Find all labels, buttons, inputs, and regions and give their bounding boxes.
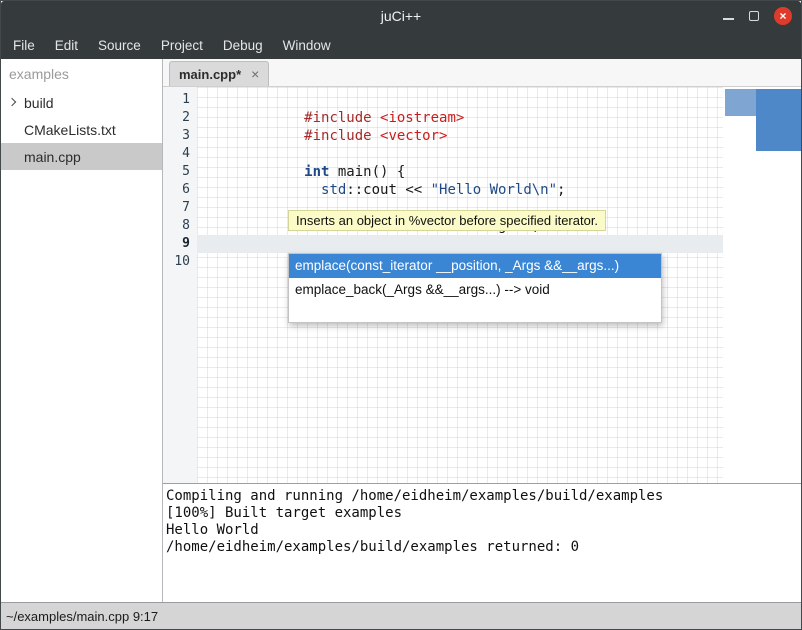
completion-popup: emplace(const_iterator __position, _Args…	[288, 253, 662, 323]
file-tree-sidebar: examples build CMakeLists.txt main.cpp	[1, 59, 163, 602]
menu-item-source[interactable]: Source	[88, 31, 151, 59]
minimap	[723, 87, 801, 483]
menu-item-project[interactable]: Project	[151, 31, 213, 59]
code-token: <vector>	[380, 128, 447, 144]
maximize-icon[interactable]	[749, 11, 759, 21]
menu-item-file[interactable]: File	[3, 31, 45, 59]
code-token: <iostream>	[380, 110, 464, 126]
menubar: File Edit Source Project Debug Window	[1, 31, 801, 59]
code-token: "Hello World\n"	[431, 182, 557, 198]
line-number: 4	[163, 145, 197, 163]
code-token: #include	[304, 110, 380, 126]
sidebar-item-cmakelists[interactable]: CMakeLists.txt	[1, 116, 162, 143]
source-editor: 1 2 3 4 5 6 7 8 9 10 #include <iostream>	[163, 87, 801, 483]
code-token	[304, 182, 321, 198]
statusbar-path: ~/examples/main.cpp 9:17	[6, 609, 158, 624]
code-token: ::cout <<	[346, 182, 430, 198]
editor-pane: main.cpp* × 1 2 3 4 5 6 7 8 9 10	[163, 59, 801, 602]
chevron-right-icon[interactable]	[8, 98, 16, 106]
minimap-content-highlight	[725, 89, 756, 116]
main-body: examples build CMakeLists.txt main.cpp m…	[1, 59, 801, 602]
titlebar: juCi++ ×	[1, 1, 801, 31]
editor-gutter: 1 2 3 4 5 6 7 8 9 10	[163, 87, 197, 483]
doc-tooltip: Inserts an object in %vector before spec…	[288, 210, 606, 231]
statusbar: ~/examples/main.cpp 9:17	[1, 602, 801, 629]
line-number: 8	[163, 217, 197, 235]
line-number: 3	[163, 127, 197, 145]
scrollbar-thumb[interactable]	[756, 89, 801, 151]
console-line: /home/eidheim/examples/build/examples re…	[166, 539, 801, 556]
code-token: main() {	[329, 164, 405, 180]
sidebar-item-label: build	[24, 95, 54, 111]
code-token: ;	[557, 182, 565, 198]
line-number: 10	[163, 253, 197, 271]
sidebar-item-build[interactable]: build	[1, 89, 162, 116]
window-title: juCi++	[381, 8, 421, 24]
code-line: #include <iostream>	[197, 91, 723, 109]
code-token: int	[304, 164, 329, 180]
sidebar-item-main-cpp[interactable]: main.cpp	[1, 143, 162, 170]
tab-close-icon[interactable]: ×	[251, 66, 259, 82]
line-number: 2	[163, 109, 197, 127]
line-number-current: 9	[163, 235, 197, 253]
completion-item[interactable]: emplace_back(_Args &&__args...) --> void	[289, 278, 661, 302]
sidebar-item-label: main.cpp	[24, 149, 81, 165]
console-output[interactable]: Compiling and running /home/eidheim/exam…	[163, 483, 801, 602]
console-line: Compiling and running /home/eidheim/exam…	[166, 488, 801, 505]
code-token: std	[321, 182, 346, 198]
app-window: juCi++ × File Edit Source Project Debug …	[0, 0, 802, 630]
minimize-icon[interactable]	[723, 18, 734, 20]
tab-main-cpp[interactable]: main.cpp* ×	[169, 61, 269, 86]
tabbar: main.cpp* ×	[163, 59, 801, 87]
menu-item-debug[interactable]: Debug	[213, 31, 273, 59]
menu-item-window[interactable]: Window	[273, 31, 341, 59]
close-icon[interactable]: ×	[774, 7, 792, 25]
console-line: [100%] Built target examples	[166, 505, 801, 522]
window-controls: ×	[723, 1, 792, 31]
menu-item-edit[interactable]: Edit	[45, 31, 88, 59]
completion-item[interactable]: emplace(const_iterator __position, _Args…	[289, 254, 661, 278]
tab-label: main.cpp*	[179, 67, 241, 82]
line-number: 6	[163, 181, 197, 199]
code-token: #include	[304, 128, 380, 144]
line-number: 1	[163, 91, 197, 109]
line-number: 5	[163, 163, 197, 181]
console-line: Hello World	[166, 522, 801, 539]
sidebar-header: examples	[1, 59, 162, 89]
line-number: 7	[163, 199, 197, 217]
sidebar-item-label: CMakeLists.txt	[24, 122, 116, 138]
